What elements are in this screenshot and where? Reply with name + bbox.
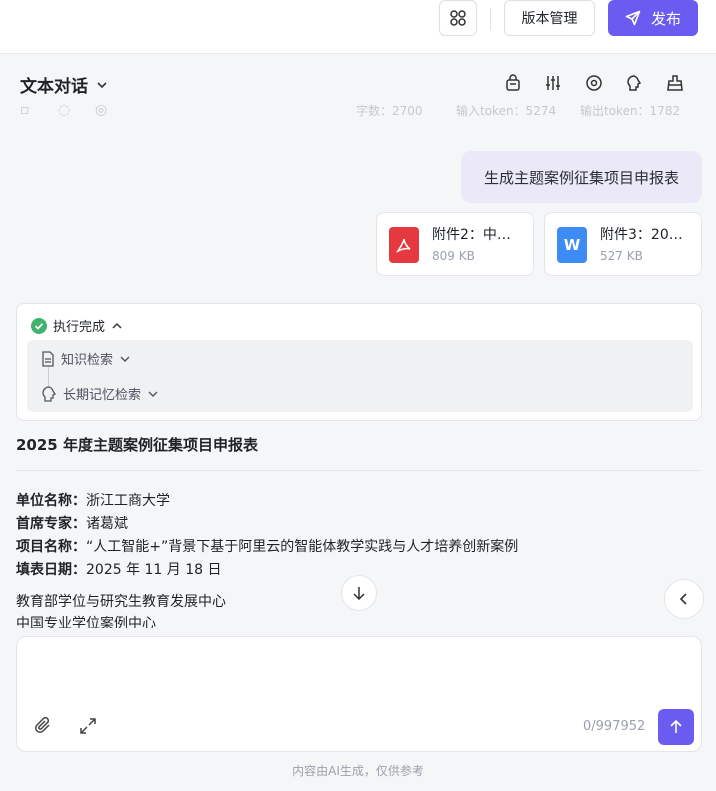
field-row: 填表日期：2025 年 11 月 18 日 xyxy=(16,559,222,579)
attachment-name: 附件2：中… xyxy=(432,227,511,243)
attachment-name: 附件3：20… xyxy=(600,227,683,243)
top-bar: 版本管理 发布 xyxy=(0,0,716,54)
attachment-card[interactable]: 附件2：中… 809 KB xyxy=(376,212,534,276)
chevron-up-icon xyxy=(112,322,122,329)
refresh-icon[interactable]: ◎ xyxy=(95,102,107,118)
expand-icon[interactable] xyxy=(79,717,97,739)
field-row: 单位名称：浙江工商大学 xyxy=(16,490,170,510)
step-knowledge-search[interactable]: 知识检索 xyxy=(41,349,131,368)
copy-icon[interactable]: ▫ xyxy=(20,102,30,118)
settings-icon[interactable] xyxy=(584,73,604,93)
execution-panel: 执行完成 知识检索 长期记忆检索 xyxy=(16,303,702,421)
execution-status-toggle[interactable]: 执行完成 xyxy=(31,316,123,335)
step-label: 知识检索 xyxy=(61,353,114,368)
ai-disclaimer: 内容由AI生成，仅供参考 xyxy=(292,764,424,778)
attachment-card[interactable]: W 附件3：20… 527 KB xyxy=(544,212,702,276)
version-management-button[interactable]: 版本管理 xyxy=(504,0,595,36)
document-title: 2025 年度主题案例征集项目申报表 xyxy=(16,436,258,454)
info-icon[interactable]: ◌ xyxy=(58,102,70,118)
divider xyxy=(16,470,702,471)
field-label: 项目名称： xyxy=(16,539,86,555)
chevron-down-icon xyxy=(148,391,158,397)
attach-icon[interactable] xyxy=(35,716,53,739)
divider xyxy=(490,8,491,30)
clean-icon[interactable] xyxy=(665,73,685,93)
execution-steps: 知识检索 长期记忆检索 xyxy=(27,340,693,412)
stat-words: 字数：2700 xyxy=(356,104,423,118)
send-button[interactable] xyxy=(658,709,694,745)
step-label: 长期记忆检索 xyxy=(63,388,142,403)
chat-scroll-area[interactable]: ▫ ◌ ◎ 字数：2700 输入token：5274 输出token：1782 … xyxy=(0,100,716,628)
execution-status: 执行完成 xyxy=(53,320,106,335)
field-label: 单位名称： xyxy=(16,493,86,509)
send-icon xyxy=(625,10,641,26)
arrow-down-icon xyxy=(353,587,365,600)
character-counter: 0/997952 xyxy=(583,719,646,734)
grid-icon xyxy=(450,10,466,26)
arrow-up-icon xyxy=(670,720,682,733)
chevron-down-icon xyxy=(120,356,130,362)
check-circle-icon xyxy=(31,317,47,334)
scroll-to-bottom-button[interactable] xyxy=(341,575,377,611)
publish-label: 发布 xyxy=(650,9,681,28)
field-value: 浙江工商大学 xyxy=(86,493,170,509)
field-value: 诸葛斌 xyxy=(86,516,128,532)
mode-selector[interactable]: 文本对话 xyxy=(20,72,108,97)
publish-button[interactable]: 发布 xyxy=(608,0,698,36)
attachment-size: 527 KB xyxy=(600,249,643,263)
apps-button[interactable] xyxy=(439,0,477,36)
collapse-panel-button[interactable] xyxy=(664,579,704,619)
field-value: “人工智能+”背景下基于阿里云的智能体教学实践与人才培养创新案例 xyxy=(86,539,519,555)
user-message: 生成主题案例征集项目申报表 xyxy=(461,151,702,203)
body-line: 中国专业学位案例中心 xyxy=(16,616,156,628)
chat-input-box: 0/997952 xyxy=(16,636,702,752)
sliders-icon[interactable] xyxy=(543,73,563,93)
pdf-icon xyxy=(389,227,419,263)
attachment-size: 809 KB xyxy=(432,249,475,263)
chevron-left-icon xyxy=(679,593,687,605)
field-label: 填表日期： xyxy=(16,562,86,578)
body-line: 教育部学位与研究生教育发展中心 xyxy=(16,594,226,610)
chat-input[interactable] xyxy=(31,649,687,709)
document-icon xyxy=(42,350,54,367)
message-stats-row: ▫ ◌ ◎ 字数：2700 输入token：5274 输出token：1782 xyxy=(0,100,716,124)
step-memory-search[interactable]: 长期记忆检索 xyxy=(41,384,159,403)
mode-title: 文本对话 xyxy=(20,77,88,97)
field-label: 首席专家： xyxy=(16,516,86,532)
field-row: 首席专家：诸葛斌 xyxy=(16,513,128,533)
memory-icon[interactable] xyxy=(624,73,644,93)
word-icon: W xyxy=(557,227,587,263)
field-value: 2025 年 11 月 18 日 xyxy=(86,562,222,578)
chevron-down-icon xyxy=(97,81,107,88)
brain-icon xyxy=(42,385,56,402)
stat-input-tokens: 输入token：5274 xyxy=(456,104,557,118)
store-icon[interactable] xyxy=(503,73,523,93)
field-row: 项目名称：“人工智能+”背景下基于阿里云的智能体教学实践与人才培养创新案例 xyxy=(16,536,518,556)
stat-output-tokens: 输出token：1782 xyxy=(580,104,681,118)
